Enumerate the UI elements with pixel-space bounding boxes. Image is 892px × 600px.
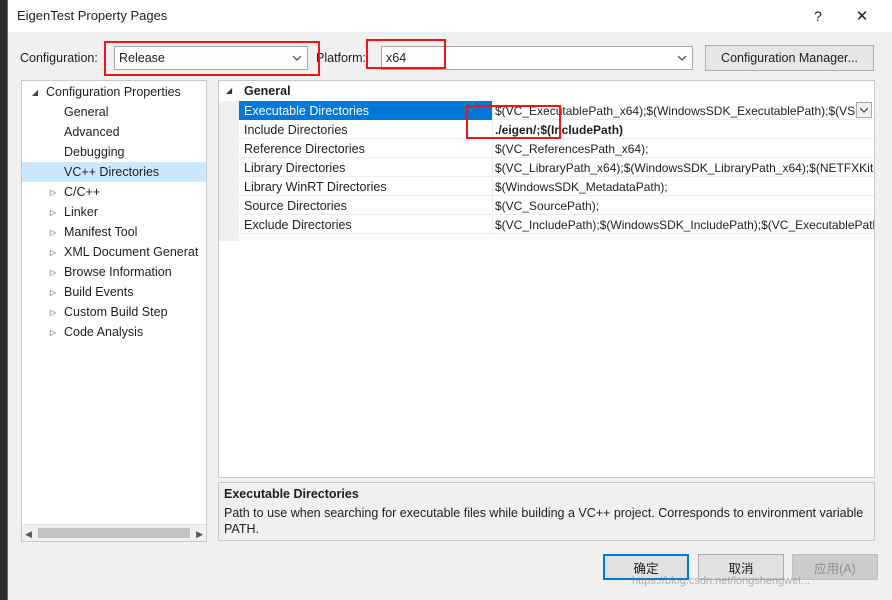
expanded-triangle-icon[interactable]: ◢ [30, 87, 40, 97]
tree-item-label: C/C++ [64, 185, 101, 199]
tree-item[interactable]: General [22, 102, 206, 122]
expanded-triangle-icon[interactable]: ◢ [226, 86, 232, 95]
collapsed-triangle-icon[interactable]: ▷ [48, 307, 58, 317]
property-value-text: $(WindowsSDK_MetadataPath); [495, 179, 668, 194]
property-name[interactable]: Library Directories [239, 158, 493, 177]
grid-row[interactable]: Exclude Directories $(VC_IncludePath);$(W… [239, 215, 874, 234]
property-value[interactable]: ./eigen/;$(IncludePath) [495, 120, 874, 139]
cancel-button[interactable]: 取消 [698, 554, 784, 580]
property-name[interactable]: Source Directories [239, 196, 493, 215]
collapsed-triangle-icon[interactable]: ▷ [48, 267, 58, 277]
title-bar: EigenTest Property Pages ? ✕ [8, 0, 892, 32]
property-name[interactable]: Executable Directories [239, 101, 493, 120]
configuration-label: Configuration: [20, 51, 98, 65]
chevron-down-icon[interactable] [856, 102, 872, 118]
property-value-text: $(VC_IncludePath);$(WindowsSDK_IncludePa… [495, 217, 874, 232]
collapsed-triangle-icon[interactable]: ▷ [48, 287, 58, 297]
tree-item-label: Debugging [64, 145, 125, 159]
property-value[interactable]: $(VC_LibraryPath_x64);$(WindowsSDK_Libra… [495, 158, 874, 177]
platform-dropdown[interactable]: x64 [381, 46, 693, 70]
property-name[interactable]: Include Directories [239, 120, 493, 139]
property-value-text: ./eigen/;$(IncludePath) [495, 122, 624, 137]
platform-label: Platform: [316, 51, 367, 65]
scroll-left-icon[interactable]: ◀ [25, 529, 32, 540]
tree-item[interactable]: ▷ Code Analysis [22, 322, 206, 342]
tree-item-label: Linker [64, 205, 99, 219]
description-title: Executable Directories [224, 487, 359, 501]
apply-button[interactable]: 应用(A) [792, 554, 878, 580]
property-value[interactable]: $(WindowsSDK_MetadataPath); [495, 177, 874, 196]
grid-row[interactable]: Source Directories $(VC_SourcePath); [239, 196, 874, 215]
tree-item-label: Configuration Properties [46, 85, 181, 99]
description-panel: Executable Directories Path to use when … [218, 482, 875, 541]
grid-row[interactable]: Library Directories $(VC_LibraryPath_x64)… [239, 158, 874, 177]
property-value-text: $(VC_ExecutablePath_x64);$(WindowsSDK_Ex… [495, 103, 856, 118]
configuration-manager-button[interactable]: Configuration Manager... [705, 45, 874, 71]
grid-row[interactable]: Include Directories ./eigen/;$(IncludePat… [239, 120, 874, 139]
tree-item[interactable]: ▷ XML Document Generat [22, 242, 206, 262]
tree-horizontal-scrollbar[interactable]: ◀ ▶ [22, 524, 206, 541]
property-value-text: $(VC_LibraryPath_x64);$(WindowsSDK_Libra… [495, 160, 874, 175]
help-button[interactable]: ? [804, 4, 832, 28]
property-grid[interactable]: ◢ General Executable Directories $(VC_Exe… [218, 80, 875, 478]
tree-item-label: Browse Information [64, 265, 172, 279]
tree-item[interactable]: Debugging [22, 142, 206, 162]
scrollbar-thumb[interactable] [38, 528, 190, 538]
collapsed-triangle-icon[interactable]: ▷ [48, 227, 58, 237]
ok-button[interactable]: 确定 [603, 554, 689, 580]
property-name[interactable]: Exclude Directories [239, 215, 493, 234]
tree-item[interactable]: ▷ C/C++ [22, 182, 206, 202]
tree-item-label: Advanced [64, 125, 120, 139]
property-tree[interactable]: ◢ Configuration Properties General Advanced… [21, 80, 207, 542]
collapsed-triangle-icon[interactable]: ▷ [48, 247, 58, 257]
tree-item[interactable]: ▷ Linker [22, 202, 206, 222]
tree-item-label: Code Analysis [64, 325, 144, 339]
tree-item[interactable]: ◢ Configuration Properties [22, 82, 206, 102]
grid-category-label: General [244, 84, 291, 98]
tree-item-label: Custom Build Step [64, 305, 168, 319]
chevron-down-icon [293, 54, 301, 62]
property-value[interactable]: $(VC_ExecutablePath_x64);$(WindowsSDK_Ex… [495, 101, 874, 120]
scroll-right-icon[interactable]: ▶ [196, 529, 203, 540]
configuration-dropdown[interactable]: Release [114, 46, 308, 70]
tree-item-label: Build Events [64, 285, 134, 299]
collapsed-triangle-icon[interactable]: ▷ [48, 187, 58, 197]
grid-row[interactable]: Library WinRT Directories $(WindowsSDK_Me… [239, 177, 874, 196]
description-text: Path to use when searching for executabl… [224, 506, 864, 536]
tree-item[interactable]: ▷ Manifest Tool [22, 222, 206, 242]
tree-item-label: Manifest Tool [64, 225, 138, 239]
tree-item-label: General [64, 105, 109, 119]
property-value[interactable]: $(VC_SourcePath); [495, 196, 874, 215]
tree-item[interactable]: ▷ Build Events [22, 282, 206, 302]
tree-item-label: VC++ Directories [64, 165, 160, 179]
property-value-text: $(VC_SourcePath); [495, 198, 600, 213]
property-name[interactable]: Reference Directories [239, 139, 493, 158]
collapsed-triangle-icon[interactable]: ▷ [48, 327, 58, 337]
tree-item-label: XML Document Generat [64, 245, 199, 259]
property-value[interactable]: $(VC_IncludePath);$(WindowsSDK_IncludePa… [495, 215, 874, 234]
tree-item[interactable]: VC++ Directories [22, 162, 206, 182]
property-value-text: $(VC_ReferencesPath_x64); [495, 141, 649, 156]
grid-row[interactable]: Executable Directories $(VC_ExecutablePat… [239, 101, 874, 120]
grid-gutter [219, 101, 239, 241]
grid-category-general[interactable]: ◢ General [219, 81, 874, 101]
grid-row[interactable]: Reference Directories $(VC_ReferencesPath… [239, 139, 874, 158]
collapsed-triangle-icon[interactable]: ▷ [48, 207, 58, 217]
property-name[interactable]: Library WinRT Directories [239, 177, 493, 196]
window-title: EigenTest Property Pages [17, 8, 168, 23]
platform-value: x64 [386, 51, 407, 65]
tree-item[interactable]: ▷ Browse Information [22, 262, 206, 282]
tree-item[interactable]: ▷ Custom Build Step [22, 302, 206, 322]
tree-item[interactable]: Advanced [22, 122, 206, 142]
chevron-down-icon [678, 54, 686, 62]
close-button[interactable]: ✕ [848, 4, 876, 28]
property-pages-dialog: EigenTest Property Pages ? ✕ Configurati… [7, 0, 892, 600]
configuration-value: Release [119, 51, 165, 65]
property-value[interactable]: $(VC_ReferencesPath_x64); [495, 139, 874, 158]
